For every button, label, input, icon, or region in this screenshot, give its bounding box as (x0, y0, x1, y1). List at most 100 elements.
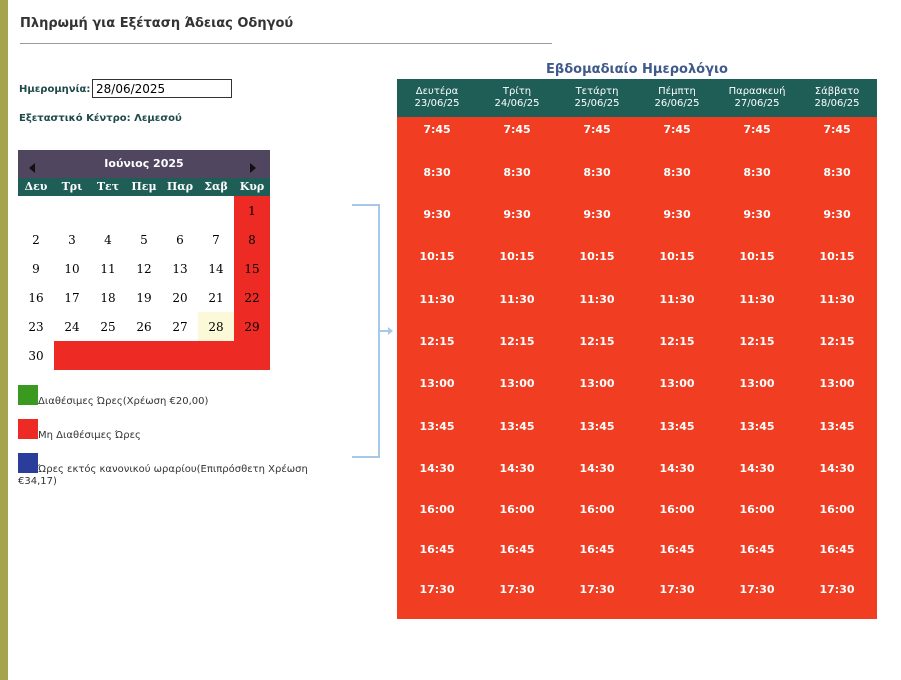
calendar-day[interactable]: 8 (234, 225, 270, 254)
calendar-day[interactable]: 5 (126, 225, 162, 254)
time-slot[interactable]: 14:30 (637, 462, 717, 475)
time-slot[interactable]: 9:30 (557, 208, 637, 221)
time-slot[interactable]: 11:30 (797, 293, 877, 306)
time-slot[interactable]: 17:30 (477, 583, 557, 596)
calendar-day[interactable]: 22 (234, 283, 270, 312)
calendar-day[interactable]: 25 (90, 312, 126, 341)
calendar-day[interactable]: 16 (18, 283, 54, 312)
time-slot[interactable]: 14:30 (397, 462, 477, 475)
time-slot[interactable]: 9:30 (797, 208, 877, 221)
calendar-day[interactable]: 24 (54, 312, 90, 341)
time-slot[interactable]: 7:45 (557, 123, 637, 136)
time-slot[interactable]: 8:30 (797, 166, 877, 179)
time-slot[interactable]: 12:15 (477, 335, 557, 348)
time-slot[interactable]: 16:45 (637, 543, 717, 556)
calendar-day[interactable]: 3 (54, 225, 90, 254)
time-slot[interactable]: 9:30 (717, 208, 797, 221)
time-slot[interactable]: 12:15 (557, 335, 637, 348)
time-slot[interactable]: 13:45 (397, 420, 477, 433)
calendar-day[interactable]: 30 (18, 341, 54, 370)
calendar-day[interactable]: 10 (54, 254, 90, 283)
time-slot[interactable]: 8:30 (557, 166, 637, 179)
time-slot[interactable]: 11:30 (717, 293, 797, 306)
time-slot[interactable]: 7:45 (717, 123, 797, 136)
time-slot[interactable]: 16:45 (797, 543, 877, 556)
time-slot[interactable]: 14:30 (797, 462, 877, 475)
calendar-day[interactable]: 21 (198, 283, 234, 312)
calendar-day[interactable]: 28 (198, 312, 234, 341)
time-slot[interactable]: 8:30 (637, 166, 717, 179)
time-slot[interactable]: 16:00 (557, 503, 637, 516)
time-slot[interactable]: 10:15 (557, 250, 637, 263)
time-slot[interactable]: 11:30 (397, 293, 477, 306)
time-slot[interactable]: 13:45 (477, 420, 557, 433)
time-slot[interactable]: 8:30 (477, 166, 557, 179)
time-slot[interactable]: 9:30 (397, 208, 477, 221)
time-slot[interactable]: 10:15 (637, 250, 717, 263)
time-slot[interactable]: 16:45 (717, 543, 797, 556)
calendar-day[interactable]: 1 (234, 196, 270, 225)
time-slot[interactable]: 16:00 (797, 503, 877, 516)
calendar-day[interactable]: 7 (198, 225, 234, 254)
time-slot[interactable]: 16:45 (397, 543, 477, 556)
time-slot[interactable]: 9:30 (637, 208, 717, 221)
time-slot[interactable]: 8:30 (717, 166, 797, 179)
calendar-day[interactable]: 20 (162, 283, 198, 312)
time-slot[interactable]: 13:45 (637, 420, 717, 433)
time-slot[interactable]: 10:15 (397, 250, 477, 263)
time-slot[interactable]: 14:30 (717, 462, 797, 475)
time-slot[interactable]: 12:15 (717, 335, 797, 348)
time-slot[interactable]: 16:00 (637, 503, 717, 516)
time-slot[interactable]: 16:00 (397, 503, 477, 516)
time-slot[interactable]: 11:30 (557, 293, 637, 306)
time-slot[interactable]: 13:00 (397, 377, 477, 390)
time-slot[interactable]: 17:30 (397, 583, 477, 596)
time-slot[interactable]: 7:45 (797, 123, 877, 136)
calendar-day[interactable]: 4 (90, 225, 126, 254)
time-slot[interactable]: 17:30 (717, 583, 797, 596)
time-slot[interactable]: 16:45 (477, 543, 557, 556)
time-slot[interactable]: 8:30 (397, 166, 477, 179)
time-slot[interactable]: 13:45 (797, 420, 877, 433)
calendar-day[interactable]: 2 (18, 225, 54, 254)
time-slot[interactable]: 16:45 (557, 543, 637, 556)
time-slot[interactable]: 17:30 (797, 583, 877, 596)
time-slot[interactable]: 9:30 (477, 208, 557, 221)
calendar-day[interactable]: 6 (162, 225, 198, 254)
time-slot[interactable]: 12:15 (637, 335, 717, 348)
calendar-day[interactable]: 9 (18, 254, 54, 283)
calendar-day[interactable]: 29 (234, 312, 270, 341)
time-slot[interactable]: 12:15 (797, 335, 877, 348)
calendar-day[interactable]: 23 (18, 312, 54, 341)
calendar-day[interactable]: 17 (54, 283, 90, 312)
time-slot[interactable]: 13:00 (797, 377, 877, 390)
time-slot[interactable]: 7:45 (397, 123, 477, 136)
time-slot[interactable]: 10:15 (797, 250, 877, 263)
calendar-day[interactable]: 26 (126, 312, 162, 341)
time-slot[interactable]: 7:45 (477, 123, 557, 136)
time-slot[interactable]: 10:15 (717, 250, 797, 263)
time-slot[interactable]: 13:00 (557, 377, 637, 390)
time-slot[interactable]: 7:45 (637, 123, 717, 136)
calendar-day[interactable]: 12 (126, 254, 162, 283)
time-slot[interactable]: 11:30 (637, 293, 717, 306)
time-slot[interactable]: 10:15 (477, 250, 557, 263)
calendar-day[interactable]: 14 (198, 254, 234, 283)
time-slot[interactable]: 17:30 (637, 583, 717, 596)
time-slot[interactable]: 13:00 (637, 377, 717, 390)
calendar-day[interactable]: 27 (162, 312, 198, 341)
time-slot[interactable]: 13:00 (717, 377, 797, 390)
time-slot[interactable]: 16:00 (717, 503, 797, 516)
calendar-day[interactable]: 13 (162, 254, 198, 283)
time-slot[interactable]: 13:00 (477, 377, 557, 390)
next-month-icon[interactable] (250, 163, 256, 173)
time-slot[interactable]: 14:30 (557, 462, 637, 475)
time-slot[interactable]: 17:30 (557, 583, 637, 596)
time-slot[interactable]: 11:30 (477, 293, 557, 306)
calendar-day[interactable]: 11 (90, 254, 126, 283)
time-slot[interactable]: 14:30 (477, 462, 557, 475)
calendar-day[interactable]: 19 (126, 283, 162, 312)
time-slot[interactable]: 12:15 (397, 335, 477, 348)
time-slot[interactable]: 13:45 (557, 420, 637, 433)
time-slot[interactable]: 16:00 (477, 503, 557, 516)
